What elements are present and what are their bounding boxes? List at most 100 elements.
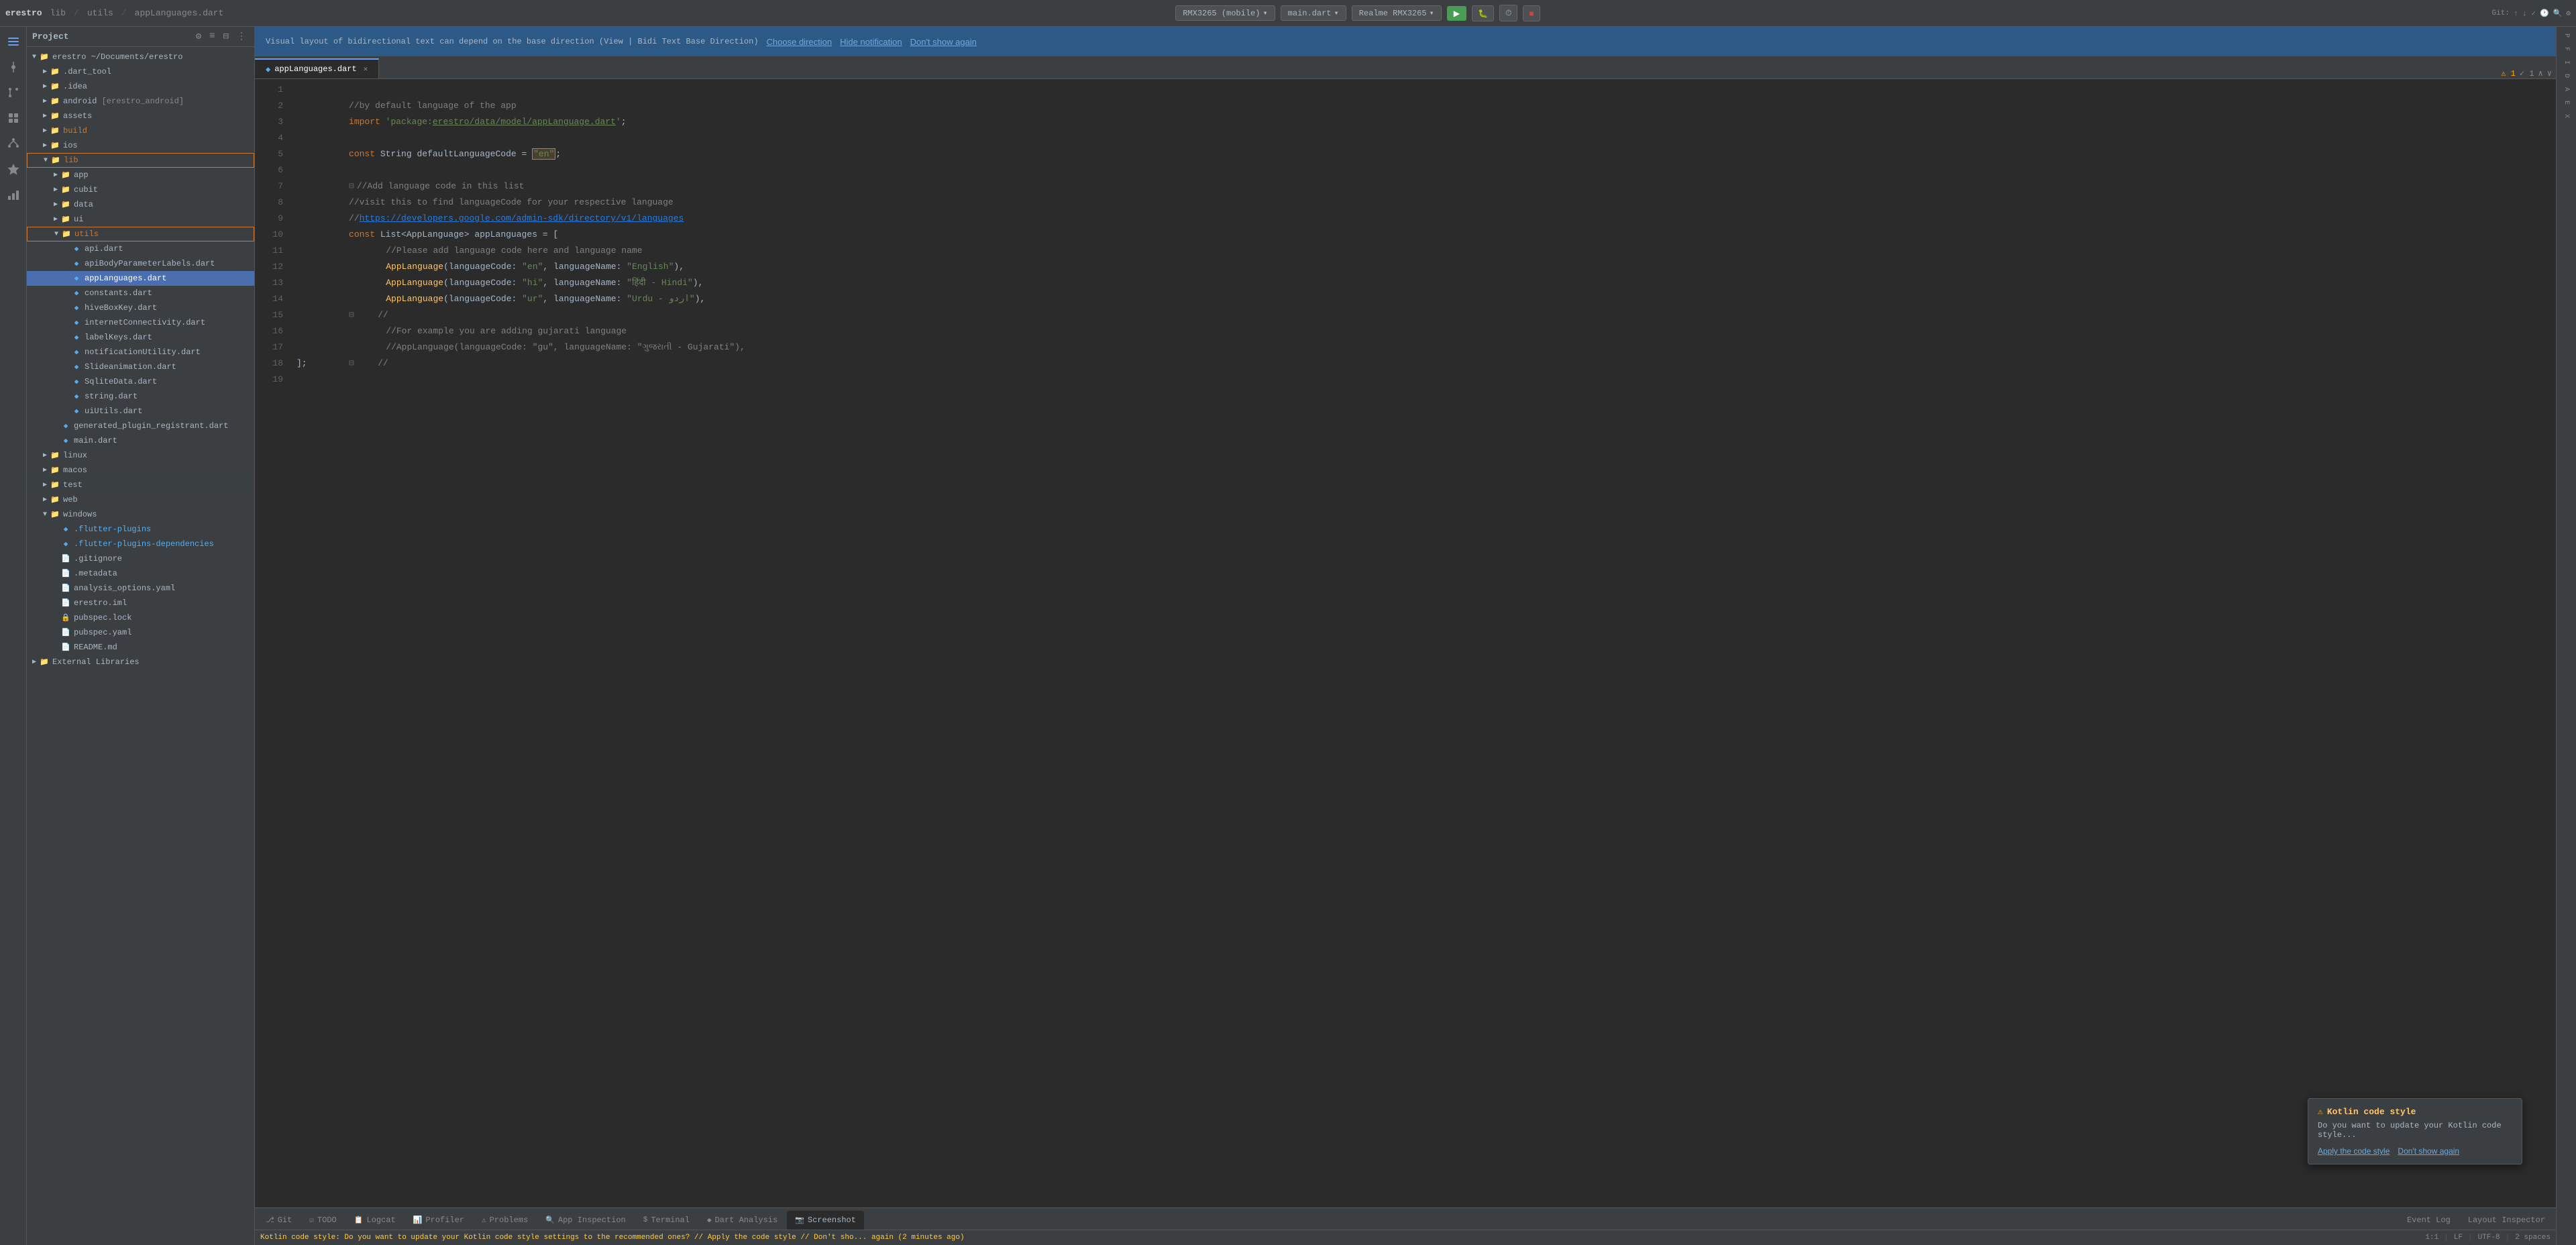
- sidebar-item-resource[interactable]: [1, 106, 25, 130]
- tree-item-fpd[interactable]: ▶ ◆ .flutter-plugins-dependencies: [27, 537, 254, 551]
- tab-screenshot[interactable]: 📷 Screenshot: [787, 1211, 864, 1230]
- tab-close-icon[interactable]: ✕: [364, 64, 368, 74]
- right-device-manager[interactable]: D: [2558, 70, 2575, 82]
- panel-settings-icon[interactable]: ⚙: [193, 30, 204, 44]
- tab-logcat[interactable]: 📋 Logcat: [346, 1211, 404, 1230]
- tree-item-constants[interactable]: ▶ ◆ constants.dart: [27, 286, 254, 301]
- right-device-file-explorer[interactable]: X: [2558, 110, 2575, 122]
- tree-item-ios[interactable]: ▶ 📁 ios: [27, 138, 254, 153]
- tab-terminal[interactable]: $ Terminal: [635, 1211, 698, 1230]
- ui-arrow: ▶: [51, 215, 60, 224]
- tree-item-applang[interactable]: ▶ ◆ appLanguages.dart: [27, 271, 254, 286]
- run-button[interactable]: ▶: [1447, 6, 1466, 21]
- device-selector[interactable]: RMX3265 (mobile) ▾: [1175, 5, 1275, 21]
- tree-item-flutter-plugins[interactable]: ▶ ◆ .flutter-plugins: [27, 522, 254, 537]
- idea-folder-icon: 📁: [50, 81, 60, 92]
- sidebar-item-commit[interactable]: [1, 55, 25, 79]
- tree-item-build[interactable]: ▶ 📁 build: [27, 123, 254, 138]
- tree-item-app[interactable]: ▶ 📁 app: [27, 168, 254, 182]
- sidebar-item-project[interactable]: [1, 30, 25, 54]
- debug-button[interactable]: 🐛: [1472, 5, 1494, 21]
- choose-direction-button[interactable]: Choose direction: [767, 37, 833, 47]
- stop-button[interactable]: ■: [1523, 5, 1540, 21]
- profile-button[interactable]: ⏱: [1499, 5, 1517, 21]
- tree-item-labelkeys[interactable]: ▶ ◆ labelKeys.dart: [27, 330, 254, 345]
- code-line-4: const String defaultLanguageCode = "en";: [297, 130, 2556, 146]
- breadcrumb-utils[interactable]: utils: [87, 8, 113, 18]
- right-emulator[interactable]: E: [2558, 97, 2575, 109]
- hide-notification-button[interactable]: Hide notification: [840, 37, 902, 47]
- tab-todo[interactable]: ☑ TODO: [301, 1211, 344, 1230]
- kotlin-dont-show-button[interactable]: Don't show again: [2398, 1146, 2459, 1156]
- settings-icon[interactable]: ⚙: [2566, 9, 2571, 18]
- code-area[interactable]: //by default language of the app import …: [288, 79, 2556, 1207]
- right-adb-wifi[interactable]: A: [2558, 83, 2575, 95]
- right-flutter-outline[interactable]: F: [2558, 43, 2575, 55]
- tree-item-utils[interactable]: ▼ 📁 utils: [27, 227, 254, 241]
- tree-item-iml[interactable]: ▶ 📄 erestro.iml: [27, 596, 254, 610]
- right-performance[interactable]: P: [2558, 30, 2575, 42]
- tree-root[interactable]: ▼ 📁 erestro ~/Documents/erestro: [27, 50, 254, 64]
- tree-item-notif[interactable]: ▶ ◆ notificationUtility.dart: [27, 345, 254, 360]
- tab-applang[interactable]: ◆ appLanguages.dart ✕: [255, 58, 379, 78]
- tree-item-metadata[interactable]: ▶ 📄 .metadata: [27, 566, 254, 581]
- expand-icon[interactable]: ∧: [2538, 68, 2543, 78]
- info-indicator: ✓ 1: [2520, 68, 2534, 78]
- tab-dart-analysis[interactable]: ◆ Dart Analysis: [699, 1211, 786, 1230]
- breadcrumb-lib[interactable]: lib: [50, 8, 66, 18]
- tree-item-api[interactable]: ▶ ◆ api.dart: [27, 241, 254, 256]
- tab-profiler[interactable]: 📊 Profiler: [405, 1211, 472, 1230]
- tree-item-macos[interactable]: ▶ 📁 macos: [27, 463, 254, 478]
- tree-item-data[interactable]: ▶ 📁 data: [27, 197, 254, 212]
- device-model[interactable]: Realme RMX3265 ▾: [1352, 5, 1442, 21]
- magnify-icon[interactable]: 🔍: [2553, 9, 2563, 18]
- tab-git[interactable]: ⎇ Git: [258, 1211, 300, 1230]
- dart-analysis-label: Dart Analysis: [715, 1215, 778, 1225]
- tree-item-ui[interactable]: ▶ 📁 ui: [27, 212, 254, 227]
- tab-app-inspection[interactable]: 🔍 App Inspection: [537, 1211, 634, 1230]
- tree-item-uiutils[interactable]: ▶ ◆ uiUtils.dart: [27, 404, 254, 419]
- screenshot-tab-icon: 📷: [795, 1215, 804, 1225]
- tree-item-test[interactable]: ▶ 📁 test: [27, 478, 254, 492]
- dart-tool-folder-icon: 📁: [50, 66, 60, 77]
- collapse-icon[interactable]: ∨: [2547, 68, 2552, 78]
- tree-item-sqlite[interactable]: ▶ ◆ SqliteData.dart: [27, 374, 254, 389]
- event-log-tab[interactable]: Event Log: [2399, 1211, 2459, 1230]
- tree-item-idea[interactable]: ▶ 📁 .idea: [27, 79, 254, 94]
- sidebar-item-pullrequest[interactable]: [1, 80, 25, 105]
- tree-item-hivebox[interactable]: ▶ ◆ hiveBoxKey.dart: [27, 301, 254, 315]
- tab-problems[interactable]: ⚠ Problems: [474, 1211, 536, 1230]
- sidebar-item-build[interactable]: [1, 182, 25, 207]
- tree-item-pubspec-lock[interactable]: ▶ 🔒 pubspec.lock: [27, 610, 254, 625]
- breadcrumb-file[interactable]: appLanguages.dart: [135, 8, 224, 18]
- tree-item-gitignore[interactable]: ▶ 📄 .gitignore: [27, 551, 254, 566]
- tree-item-cubit[interactable]: ▶ 📁 cubit: [27, 182, 254, 197]
- tree-item-android[interactable]: ▶ 📁 android [erestro_android]: [27, 94, 254, 109]
- panel-options-icon[interactable]: ⋮: [234, 30, 249, 44]
- panel-collapse-icon[interactable]: ≡: [207, 30, 217, 44]
- tree-item-assets[interactable]: ▶ 📁 assets: [27, 109, 254, 123]
- dont-show-again-button[interactable]: Don't show again: [910, 37, 977, 47]
- apply-code-style-button[interactable]: Apply the code style: [2318, 1146, 2390, 1156]
- tree-item-windows[interactable]: ▼ 📁 windows: [27, 507, 254, 522]
- tree-item-web[interactable]: ▶ 📁 web: [27, 492, 254, 507]
- tree-item-generated[interactable]: ▶ ◆ generated_plugin_registrant.dart: [27, 419, 254, 433]
- right-flutter-inspector[interactable]: I: [2558, 56, 2575, 68]
- sidebar-item-structure[interactable]: [1, 131, 25, 156]
- layout-inspector-tab[interactable]: Layout Inspector: [2460, 1211, 2553, 1230]
- tree-item-string[interactable]: ▶ ◆ string.dart: [27, 389, 254, 404]
- sidebar-item-favorites[interactable]: [1, 157, 25, 181]
- tree-item-dart-tool[interactable]: ▶ 📁 .dart_tool: [27, 64, 254, 79]
- tree-item-readme[interactable]: ▶ 📄 README.md: [27, 640, 254, 655]
- file-selector[interactable]: main.dart ▾: [1281, 5, 1346, 21]
- tree-item-internet[interactable]: ▶ ◆ internetConnectivity.dart: [27, 315, 254, 330]
- tree-item-main[interactable]: ▶ ◆ main.dart: [27, 433, 254, 448]
- panel-filter-icon[interactable]: ⊟: [221, 30, 231, 44]
- tree-item-analysis[interactable]: ▶ 📄 analysis_options.yaml: [27, 581, 254, 596]
- tree-item-pubspec-yaml[interactable]: ▶ 📄 pubspec.yaml: [27, 625, 254, 640]
- tree-item-slide[interactable]: ▶ ◆ Slideanimation.dart: [27, 360, 254, 374]
- tree-item-linux[interactable]: ▶ 📁 linux: [27, 448, 254, 463]
- tree-item-lib[interactable]: ▼ 📁 lib: [27, 153, 254, 168]
- tree-item-apibody[interactable]: ▶ ◆ apiBodyParameterLabels.dart: [27, 256, 254, 271]
- tree-item-ext-libs[interactable]: ▶ 📁 External Libraries: [27, 655, 254, 669]
